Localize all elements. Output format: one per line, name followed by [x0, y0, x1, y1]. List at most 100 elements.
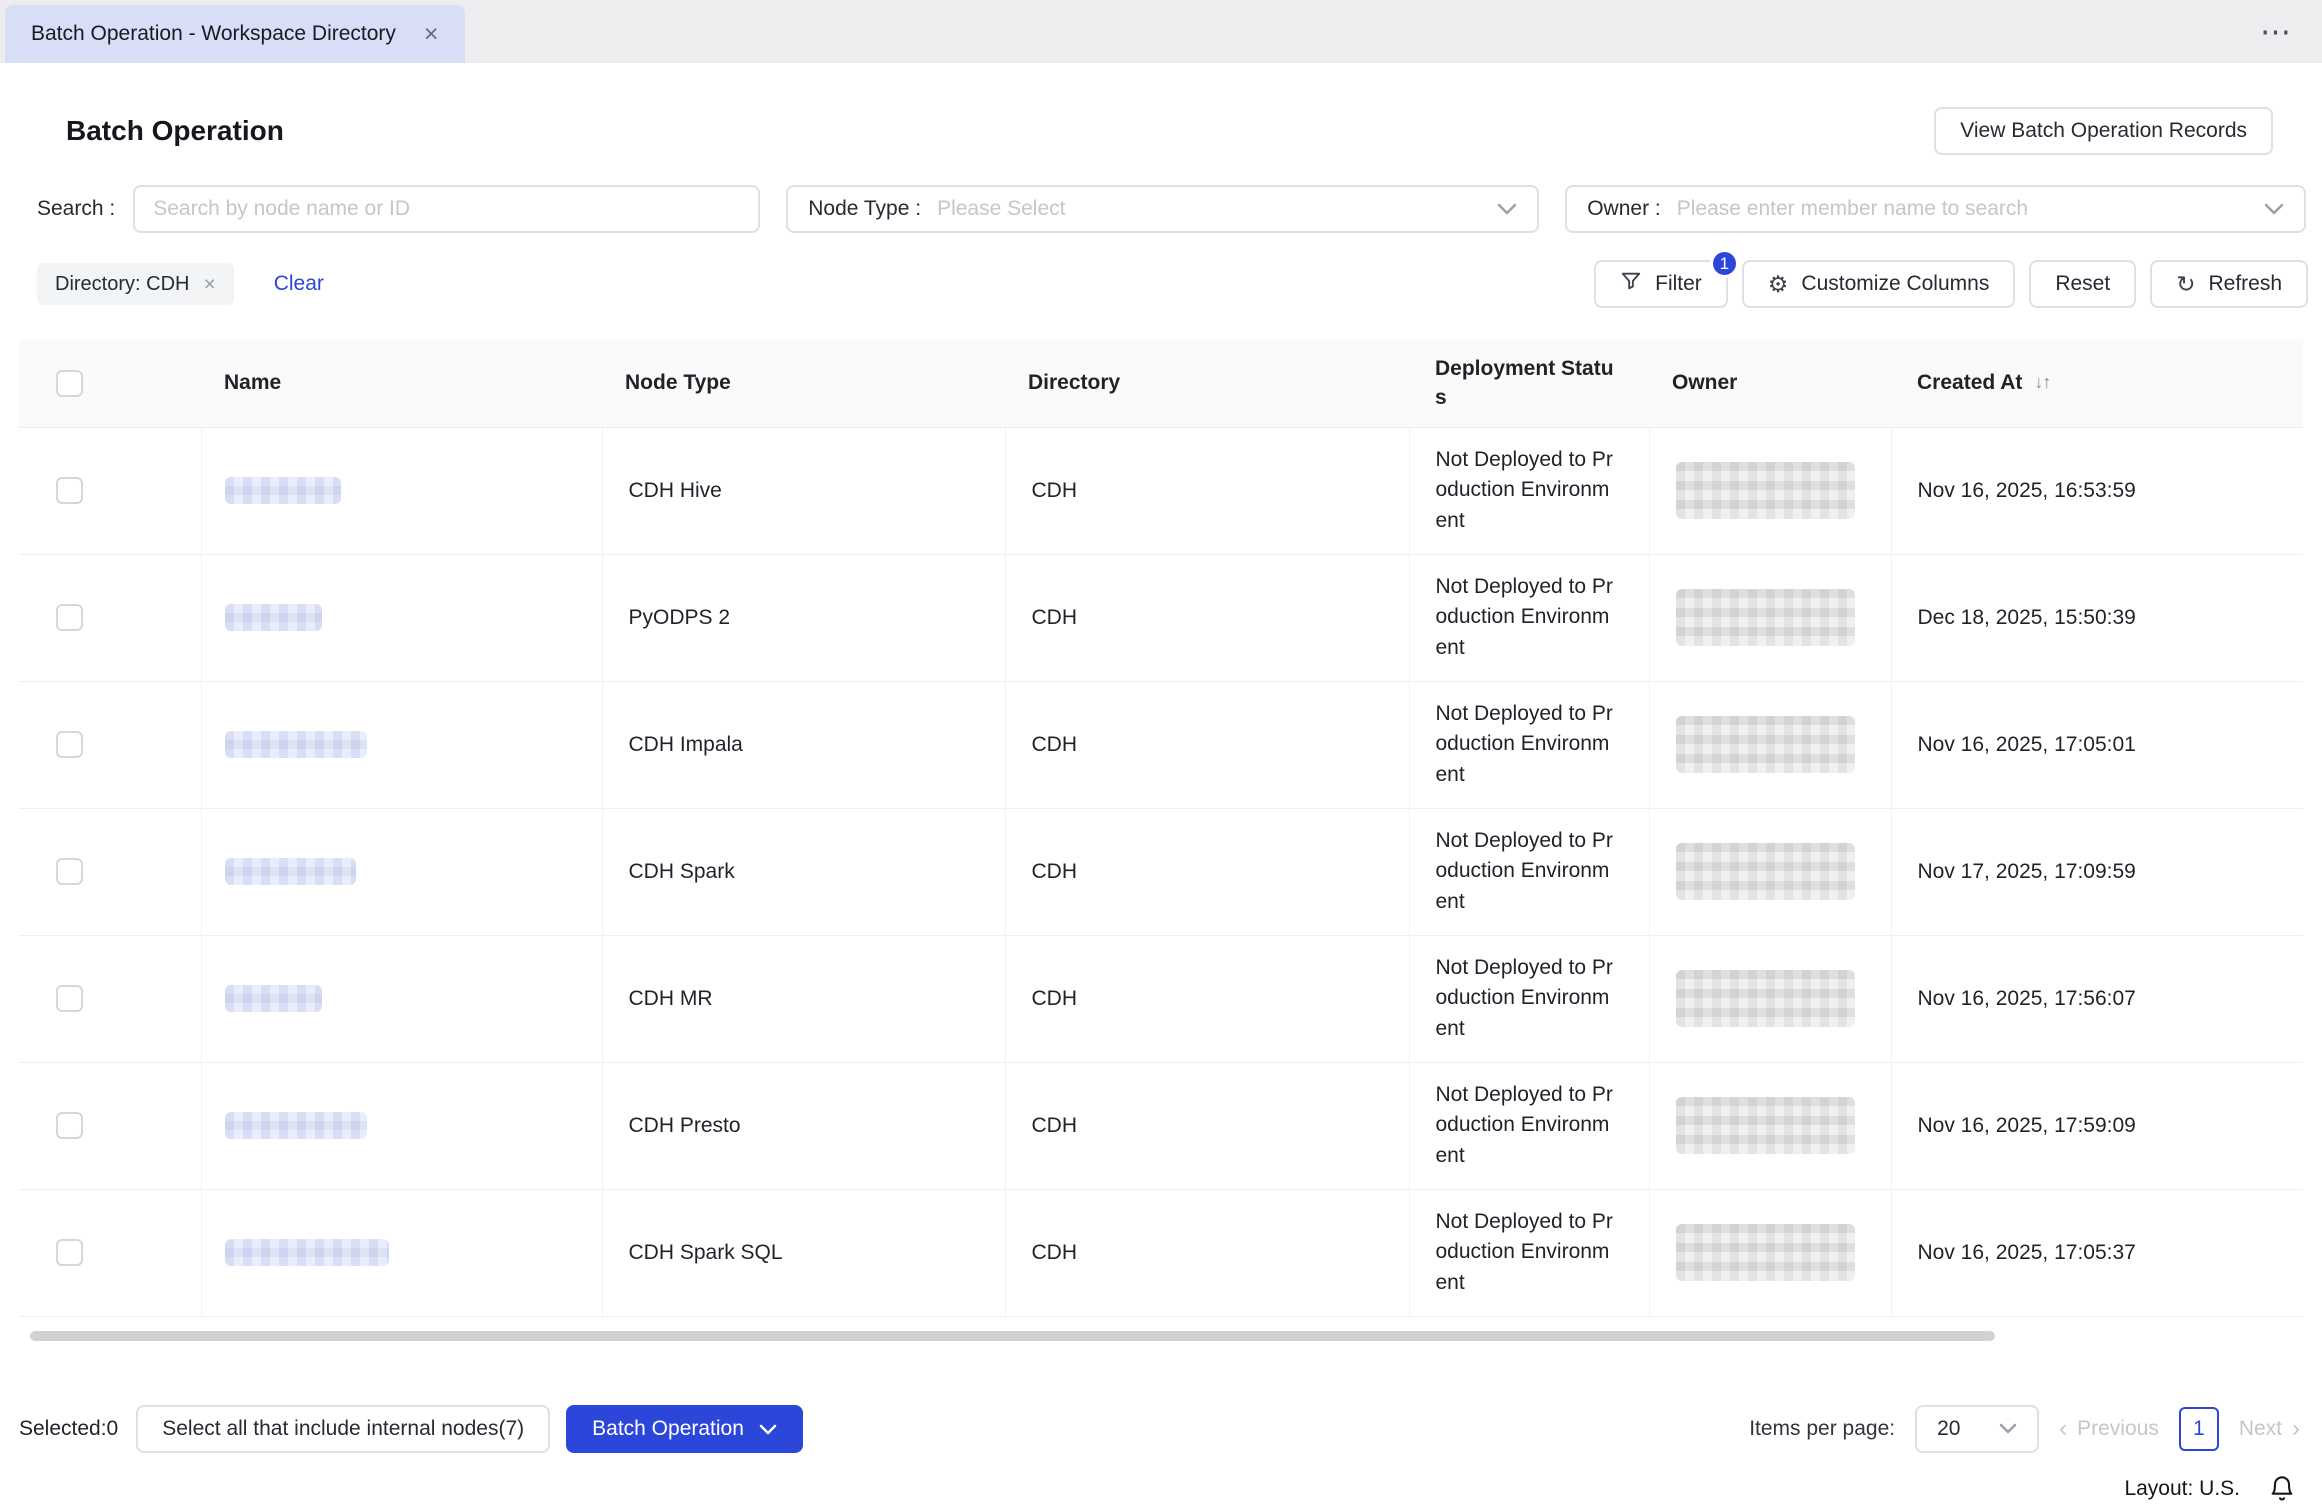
chip-label: Directory: CDH — [55, 273, 189, 296]
view-batch-operation-records-button[interactable]: View Batch Operation Records — [1934, 107, 2273, 155]
chevron-right-icon: › — [2292, 1417, 2300, 1441]
deployment-status-cell: Not Deployed to Production Environment — [1409, 554, 1649, 681]
batch-operation-label: Batch Operation — [592, 1417, 744, 1441]
refresh-button[interactable]: ↻ Refresh — [2150, 260, 2308, 308]
column-header-deployment-status: Deployment Status — [1409, 340, 1649, 427]
directory-cell: CDH — [1005, 554, 1409, 681]
clear-filters-link[interactable]: Clear — [274, 272, 324, 296]
directory-cell: CDH — [1005, 1062, 1409, 1189]
items-per-page-value: 20 — [1937, 1417, 1983, 1441]
select-all-internal-nodes-button[interactable]: Select all that include internal nodes(7… — [136, 1405, 550, 1453]
owner-placeholder: Please enter member name to search — [1677, 197, 2248, 221]
created-at-cell: Nov 16, 2025, 17:56:07 — [1891, 935, 2303, 1062]
created-at-cell: Dec 18, 2025, 15:50:39 — [1891, 554, 2303, 681]
created-at-cell: Nov 16, 2025, 17:05:37 — [1891, 1189, 2303, 1316]
selected-count: Selected:0 — [19, 1417, 118, 1441]
pagination: Items per page: 20 ‹ Previous 1 Next › — [1749, 1405, 2300, 1453]
directory-cell: CDH — [1005, 1189, 1409, 1316]
chip-close-icon[interactable]: × — [203, 274, 215, 295]
node-type-cell: PyODPS 2 — [602, 554, 1005, 681]
next-page-button[interactable]: Next › — [2239, 1417, 2300, 1441]
reset-button[interactable]: Reset — [2029, 260, 2136, 308]
row-checkbox[interactable] — [56, 858, 83, 885]
directory-cell: CDH — [1005, 681, 1409, 808]
chevron-left-icon: ‹ — [2059, 1417, 2067, 1441]
items-per-page-label: Items per page: — [1749, 1417, 1895, 1441]
select-all-checkbox[interactable] — [56, 370, 83, 397]
batch-operation-page: Batch Operation - Workspace Directory × … — [0, 0, 2322, 1510]
row-checkbox[interactable] — [56, 1112, 83, 1139]
created-at-label: Created At — [1917, 371, 2022, 394]
filters-row: Search : Node Type : Please Select Owner… — [37, 185, 2306, 233]
chevron-down-icon — [1999, 1423, 2017, 1434]
redacted-owner — [1676, 970, 1855, 1027]
tab-batch-operation[interactable]: Batch Operation - Workspace Directory × — [5, 5, 465, 63]
table-row: CDH Spark CDH Not Deployed to Production… — [19, 808, 2303, 935]
batch-operation-button[interactable]: Batch Operation — [566, 1405, 803, 1453]
table-row: CDH Impala CDH Not Deployed to Productio… — [19, 681, 2303, 808]
node-type-cell: CDH Hive — [602, 427, 1005, 554]
column-header-created-at[interactable]: Created At ↓↑ — [1891, 340, 2303, 427]
created-at-cell: Nov 16, 2025, 16:53:59 — [1891, 427, 2303, 554]
deployment-status-cell: Not Deployed to Production Environment — [1409, 681, 1649, 808]
redacted-name — [225, 604, 322, 631]
row-checkbox[interactable] — [56, 477, 83, 504]
bell-icon[interactable] — [2268, 1475, 2296, 1503]
column-header-directory: Directory — [1005, 340, 1409, 427]
owner-label: Owner : — [1587, 197, 1661, 221]
page-number-1[interactable]: 1 — [2179, 1407, 2219, 1451]
row-checkbox[interactable] — [56, 1239, 83, 1266]
redacted-owner — [1676, 589, 1855, 646]
table-row: CDH MR CDH Not Deployed to Production En… — [19, 935, 2303, 1062]
filter-count-badge: 1 — [1710, 249, 1739, 278]
redacted-name — [225, 985, 322, 1012]
horizontal-scrollbar[interactable] — [30, 1331, 1995, 1341]
page-header: Batch Operation View Batch Operation Rec… — [66, 107, 2273, 155]
sort-icon[interactable]: ↓↑ — [2034, 372, 2050, 393]
redacted-name — [225, 1239, 389, 1266]
table-actions: Filter 1 ⚙ Customize Columns Reset ↻ Ref… — [1594, 260, 2308, 308]
gear-icon: ⚙ — [1768, 273, 1789, 296]
filter-button[interactable]: Filter 1 — [1594, 260, 1728, 308]
search-input[interactable] — [133, 185, 760, 233]
table-row: PyODPS 2 CDH Not Deployed to Production … — [19, 554, 2303, 681]
row-checkbox[interactable] — [56, 731, 83, 758]
node-type-placeholder: Please Select — [937, 197, 1481, 221]
redacted-name — [225, 731, 367, 758]
row-checkbox[interactable] — [56, 604, 83, 631]
table-row: CDH Hive CDH Not Deployed to Production … — [19, 427, 2303, 554]
column-header-node-type: Node Type — [602, 340, 1005, 427]
funnel-icon — [1620, 270, 1642, 298]
previous-page-button[interactable]: ‹ Previous — [2059, 1417, 2159, 1441]
redacted-name — [225, 858, 356, 885]
directory-filter-chip[interactable]: Directory: CDH × — [37, 263, 234, 305]
tab-bar: Batch Operation - Workspace Directory × … — [0, 0, 2322, 63]
node-type-cell: CDH Presto — [602, 1062, 1005, 1189]
column-header-name: Name — [201, 340, 602, 427]
search-group: Search : — [37, 185, 760, 233]
redacted-owner — [1676, 462, 1855, 519]
previous-label: Previous — [2077, 1417, 2159, 1441]
redacted-owner — [1676, 843, 1855, 900]
redacted-owner — [1676, 1224, 1855, 1281]
owner-select[interactable]: Owner : Please enter member name to sear… — [1565, 185, 2306, 233]
chevron-down-icon — [1497, 203, 1517, 215]
directory-cell: CDH — [1005, 427, 1409, 554]
table-row: CDH Presto CDH Not Deployed to Productio… — [19, 1062, 2303, 1189]
items-per-page-select[interactable]: 20 — [1915, 1405, 2039, 1453]
redacted-owner — [1676, 1097, 1855, 1154]
footer: Selected:0 Select all that include inter… — [19, 1405, 2300, 1453]
node-type-cell: CDH Spark — [602, 808, 1005, 935]
nodes-table: Name Node Type Directory Deployment Stat… — [19, 340, 2303, 1317]
table-row: CDH Spark SQL CDH Not Deployed to Produc… — [19, 1189, 2303, 1316]
node-type-select[interactable]: Node Type : Please Select — [786, 185, 1539, 233]
more-icon[interactable]: ⋯ — [2260, 14, 2294, 50]
close-icon[interactable]: × — [424, 22, 439, 47]
status-bar: Layout: U.S. — [2124, 1468, 2322, 1510]
refresh-icon: ↻ — [2176, 273, 2195, 296]
redacted-name — [225, 477, 341, 504]
row-checkbox[interactable] — [56, 985, 83, 1012]
customize-columns-button[interactable]: ⚙ Customize Columns — [1742, 260, 2016, 308]
directory-cell: CDH — [1005, 935, 1409, 1062]
table-header: Name Node Type Directory Deployment Stat… — [19, 340, 2303, 427]
